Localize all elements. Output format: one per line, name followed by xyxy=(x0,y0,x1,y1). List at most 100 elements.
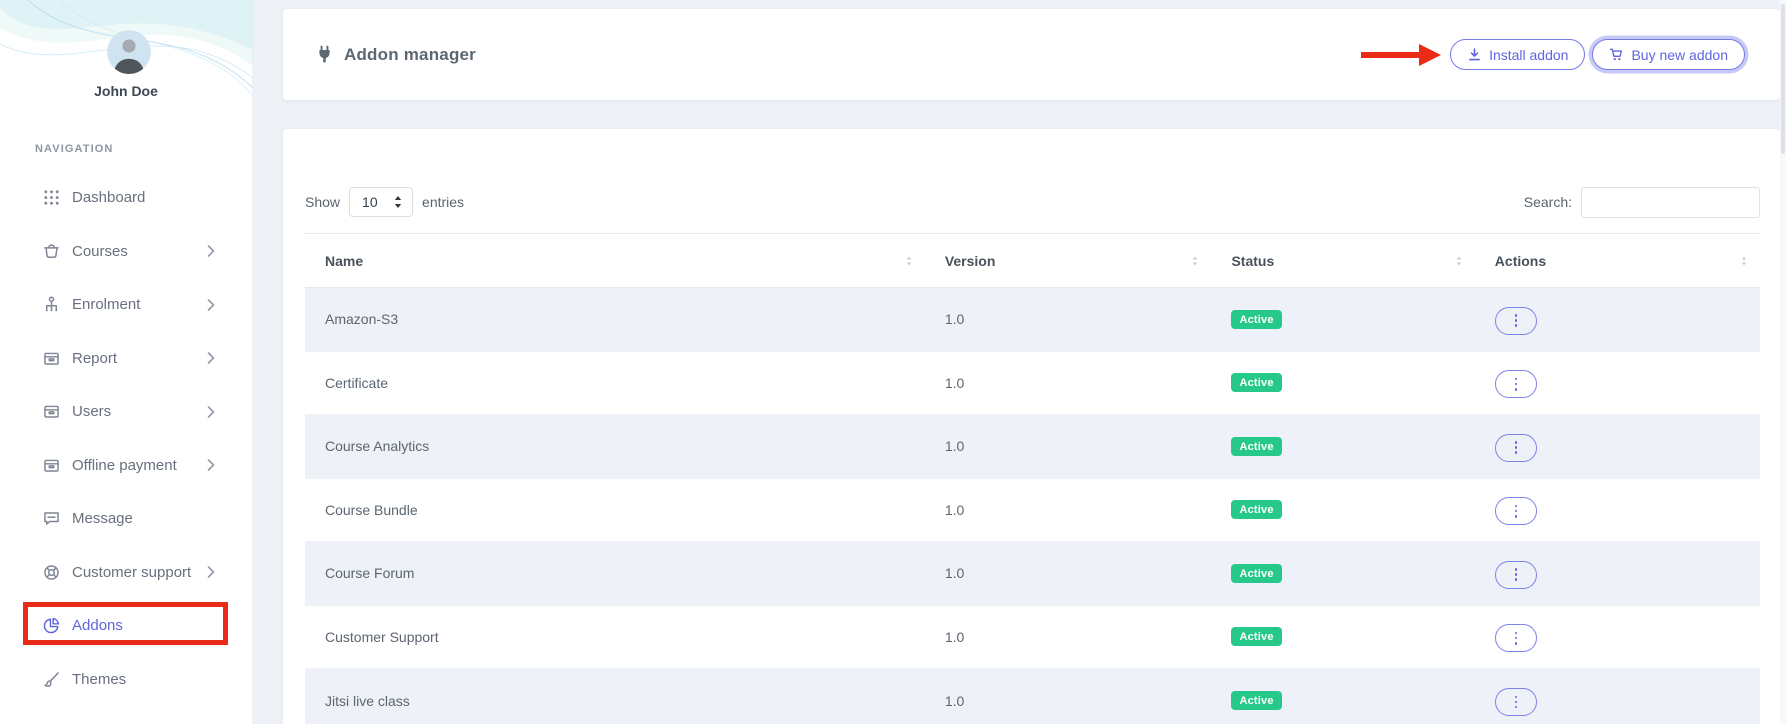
sidebar-item-message[interactable]: Message xyxy=(0,492,252,546)
table-header-row: Name Version StatusActions xyxy=(305,234,1760,288)
addon-status-cell: Active xyxy=(1211,351,1474,415)
brush-icon xyxy=(42,670,61,689)
plug-icon xyxy=(315,45,334,64)
addon-version: 1.0 xyxy=(925,288,1212,352)
entries-label: entries xyxy=(422,194,464,210)
row-actions-button[interactable] xyxy=(1495,370,1537,398)
sidebar-nav: Dashboard Courses Enrolment Report UsersOffl… xyxy=(0,171,252,706)
column-header-actions[interactable]: Actions xyxy=(1475,234,1760,288)
buy-new-addon-button[interactable]: Buy new addon xyxy=(1592,39,1745,70)
grid-icon xyxy=(42,188,61,207)
page-scrollbar[interactable] xyxy=(1780,0,1786,724)
sort-icon xyxy=(1740,254,1748,267)
ellipsis-dot xyxy=(1515,573,1518,576)
addon-actions-cell xyxy=(1475,542,1760,606)
addons-table: NameVersionStatusActions Amazon-S31.0Act… xyxy=(305,233,1760,724)
status-badge: Active xyxy=(1231,691,1281,710)
addon-actions-cell xyxy=(1475,288,1760,352)
page-size-select[interactable]: 10 xyxy=(349,187,413,217)
addon-status-cell: Active xyxy=(1211,605,1474,669)
sidebar-item-label: Report xyxy=(72,350,117,367)
status-badge: Active xyxy=(1231,500,1281,519)
chevron-right-icon xyxy=(207,406,215,418)
sidebar-item-themes[interactable]: Themes xyxy=(0,653,252,707)
install-addon-label: Install addon xyxy=(1489,47,1568,63)
download-icon xyxy=(1467,47,1482,62)
sidebar-item-report[interactable]: Report xyxy=(0,332,252,386)
sidebar-item-offline-payment[interactable]: Offline payment xyxy=(0,439,252,493)
show-label: Show xyxy=(305,194,340,210)
table-row-jitsi-live-class: Jitsi live class1.0Active xyxy=(305,669,1760,724)
addon-actions-cell xyxy=(1475,478,1760,542)
ellipsis-dot xyxy=(1515,706,1518,709)
addon-version: 1.0 xyxy=(925,605,1212,669)
chevron-right-icon xyxy=(207,459,215,471)
ellipsis-dot xyxy=(1515,515,1518,518)
select-arrows-icon xyxy=(393,195,403,209)
sort-icon xyxy=(1191,254,1199,267)
table-controls: Show 10 entries Search: xyxy=(305,186,1760,218)
ellipsis-dot xyxy=(1515,378,1518,381)
table-row-certificate: Certificate1.0Active xyxy=(305,351,1760,415)
column-header-version[interactable]: Version xyxy=(925,234,1212,288)
column-header-status[interactable]: Status xyxy=(1211,234,1474,288)
column-header-name[interactable]: Name xyxy=(305,234,925,288)
chevron-right-icon xyxy=(207,245,215,257)
ellipsis-dot xyxy=(1515,578,1518,581)
avatar[interactable] xyxy=(107,30,151,74)
addons-table-wrap: NameVersionStatusActions Amazon-S31.0Act… xyxy=(305,233,1760,724)
addon-name: Course Bundle xyxy=(305,478,925,542)
addon-status-cell: Active xyxy=(1211,542,1474,606)
row-actions-button[interactable] xyxy=(1495,434,1537,462)
header-actions: Install addon Buy new addon xyxy=(1361,39,1745,70)
ellipsis-dot xyxy=(1515,324,1518,327)
addon-status-cell: Active xyxy=(1211,478,1474,542)
sidebar-item-label: Dashboard xyxy=(72,189,145,206)
ellipsis-dot xyxy=(1515,319,1518,322)
sidebar-item-addons[interactable]: Addons xyxy=(0,599,252,653)
table-row-course-bundle: Course Bundle1.0Active xyxy=(305,478,1760,542)
column-header-label: Version xyxy=(945,253,996,269)
sidebar-item-customer-support[interactable]: Customer support xyxy=(0,546,252,600)
pie-icon xyxy=(42,616,61,635)
sitemap-icon xyxy=(42,295,61,314)
ellipsis-dot xyxy=(1515,637,1518,640)
ellipsis-dot xyxy=(1515,701,1518,704)
status-badge: Active xyxy=(1231,564,1281,583)
chevron-right-icon xyxy=(207,566,215,578)
scrollbar-thumb[interactable] xyxy=(1781,4,1785,154)
buy-new-addon-label: Buy new addon xyxy=(1631,47,1728,63)
chevron-right-icon xyxy=(207,299,215,311)
sidebar-item-label: Enrolment xyxy=(72,296,140,313)
ellipsis-dot xyxy=(1515,632,1518,635)
addon-status-cell: Active xyxy=(1211,669,1474,724)
sidebar-item-courses[interactable]: Courses xyxy=(0,225,252,279)
annotation-arrow-icon xyxy=(1361,44,1441,66)
ellipsis-dot xyxy=(1515,696,1518,699)
row-actions-button[interactable] xyxy=(1495,561,1537,589)
row-actions-button[interactable] xyxy=(1495,624,1537,652)
ellipsis-dot xyxy=(1515,451,1518,454)
addon-version: 1.0 xyxy=(925,351,1212,415)
addons-table-card: Show 10 entries Search: xyxy=(283,129,1780,724)
search-input[interactable] xyxy=(1581,187,1760,218)
ellipsis-dot xyxy=(1515,314,1518,317)
addon-version: 1.0 xyxy=(925,415,1212,479)
addon-status-cell: Active xyxy=(1211,288,1474,352)
sidebar-item-dashboard[interactable]: Dashboard xyxy=(0,171,252,225)
install-addon-button[interactable]: Install addon xyxy=(1450,39,1585,70)
sidebar-item-label: Customer support xyxy=(72,564,191,581)
sidebar-item-enrolment[interactable]: Enrolment xyxy=(0,278,252,332)
addon-version: 1.0 xyxy=(925,542,1212,606)
row-actions-button[interactable] xyxy=(1495,688,1537,716)
addon-name: Course Forum xyxy=(305,542,925,606)
row-actions-button[interactable] xyxy=(1495,497,1537,525)
sort-icon xyxy=(905,254,913,267)
addon-actions-cell xyxy=(1475,351,1760,415)
row-actions-button[interactable] xyxy=(1495,307,1537,335)
main-content: Addon manager Install addon xyxy=(253,0,1786,724)
ellipsis-dot xyxy=(1515,505,1518,508)
sidebar-item-users[interactable]: Users xyxy=(0,385,252,439)
addon-actions-cell xyxy=(1475,605,1760,669)
search-label: Search: xyxy=(1524,194,1572,210)
